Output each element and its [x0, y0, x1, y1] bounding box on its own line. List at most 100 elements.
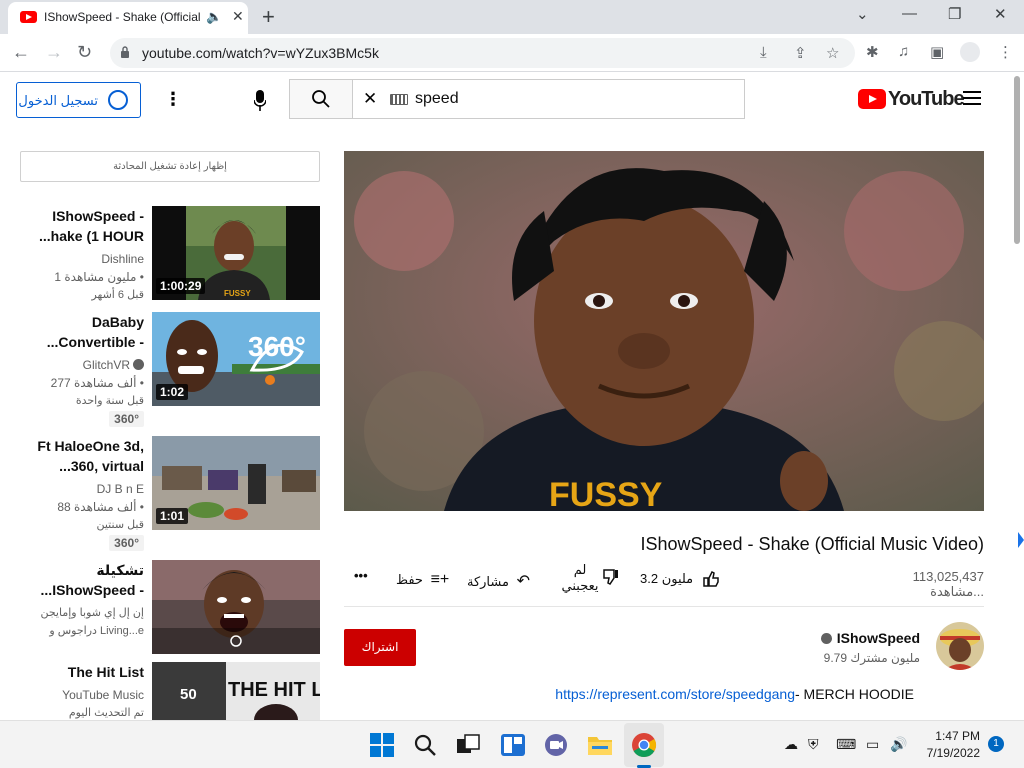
- clock-date[interactable]: 7/19/2022: [920, 746, 980, 760]
- recommendation-item[interactable]: تشكيلة ...IShowSpeed - إن إل إي شوبا وإم…: [20, 560, 320, 654]
- playlist-title[interactable]: The Hit List: [68, 664, 144, 680]
- account-circle-icon: [108, 90, 128, 110]
- verified-check-icon: [820, 633, 832, 644]
- bookmark-star-icon[interactable]: ☆: [826, 44, 839, 62]
- chrome-icon[interactable]: [630, 731, 658, 759]
- settings-menu-icon[interactable]: ⋮: [164, 89, 182, 110]
- tab-title: IShowSpeed - Shake (Official: [44, 10, 201, 24]
- channel-name[interactable]: DJ B n E: [97, 482, 144, 496]
- keyboard-icon[interactable]: [390, 94, 408, 105]
- thumbs-down-icon: [603, 569, 618, 585]
- address-bar[interactable]: youtube.com/watch?v=wYZux3BMc5k ⤓ ⇪ ☆: [110, 38, 855, 68]
- save-label: حفظ: [396, 572, 423, 587]
- back-arrow-icon[interactable]: ←: [12, 42, 30, 63]
- profile-avatar-icon[interactable]: [960, 42, 980, 62]
- channel-avatar[interactable]: [936, 622, 984, 670]
- widgets-icon[interactable]: [499, 731, 527, 759]
- 360-badge: 360°: [109, 535, 144, 551]
- search-icon: [312, 90, 330, 108]
- subscribe-button[interactable]: اشتراك: [344, 629, 416, 666]
- scrollbar-thumb[interactable]: [1014, 76, 1020, 244]
- recommendation-item[interactable]: 360° 1:02 DaBaby ...Convertible - Glitch…: [20, 312, 320, 427]
- windows-taskbar: ☁ ⛨ ⌨ ▭ 🔊 1:47 PM 7/19/2022 1: [0, 720, 1024, 768]
- search-button[interactable]: [289, 79, 353, 119]
- video-player[interactable]: FUSSY: [344, 151, 984, 511]
- search-input[interactable]: ✕ speed: [352, 79, 745, 119]
- minimize-button[interactable]: —: [902, 5, 917, 22]
- share-label: مشاركة: [467, 574, 509, 589]
- channel-name[interactable]: IShowSpeed: [760, 630, 920, 646]
- playlist-thumbnail[interactable]: THE HIT LIST: [152, 662, 320, 720]
- new-tab-button[interactable]: +: [262, 4, 275, 30]
- video-title-line-2[interactable]: ...IShowSpeed -: [41, 582, 144, 598]
- clear-search-icon[interactable]: ✕: [363, 89, 377, 109]
- avatar-image: [936, 622, 984, 670]
- close-tab-icon[interactable]: ✕: [232, 8, 244, 25]
- merch-link[interactable]: https://represent.com/store/speedgang: [555, 686, 795, 702]
- sign-in-button[interactable]: تسجيل الدخول: [16, 82, 141, 118]
- thumbnail-image: [152, 560, 320, 654]
- restore-button[interactable]: ❐: [948, 5, 961, 23]
- security-shield-icon[interactable]: ⛨: [808, 736, 819, 753]
- video-title: IShowSpeed - Shake (Official Music Video…: [640, 534, 984, 554]
- chrome-menu-icon[interactable]: ⋮: [998, 43, 1013, 61]
- task-view-icon[interactable]: [454, 731, 482, 759]
- upload-age: قبل سنة واحدة: [75, 395, 144, 407]
- tab-search-button[interactable]: ⌄: [856, 5, 869, 23]
- channel-name[interactable]: YouTube Music: [62, 688, 144, 702]
- channel-name[interactable]: GlitchVR: [83, 358, 144, 372]
- install-icon[interactable]: ⤓: [760, 44, 767, 61]
- teams-chat-icon[interactable]: [542, 731, 570, 759]
- more-actions-button[interactable]: •••: [354, 568, 368, 583]
- notification-badge[interactable]: 1: [988, 736, 1004, 752]
- guide-menu-icon[interactable]: [963, 91, 981, 105]
- close-window-button[interactable]: ✕: [994, 5, 1007, 23]
- hit-list-thumb-text: THE HIT LIST: [228, 679, 320, 701]
- verified-check-icon: [133, 359, 144, 370]
- recommendation-item[interactable]: THE HIT LIST 50 The Hit List YouTube Mus…: [20, 662, 320, 720]
- upload-age: قبل سنتين: [96, 519, 144, 531]
- browser-tab[interactable]: IShowSpeed - Shake (Official 🔈 ✕: [8, 2, 248, 34]
- clock-time[interactable]: 1:47 PM: [920, 729, 980, 743]
- youtube-favicon-icon: [20, 11, 37, 23]
- view-count: 1 مليون مشاهدة •: [54, 270, 144, 284]
- share-button[interactable]: مشاركة ↶: [467, 571, 530, 591]
- like-button[interactable]: 3.2 مليون: [640, 570, 719, 587]
- recommendation-item[interactable]: FUSSY 1:00:29 IShowSpeed - ...hake (1 HO…: [20, 206, 320, 301]
- video-duration: 1:02: [156, 384, 189, 400]
- mix-artists-more: دراجوس و Living...e: [49, 625, 144, 637]
- taskbar-search-icon[interactable]: [411, 731, 439, 759]
- file-explorer-icon[interactable]: [586, 731, 614, 759]
- media-control-icon[interactable]: ♫: [898, 43, 909, 60]
- video-title-line-2[interactable]: ...hake (1 HOUR: [39, 228, 144, 244]
- speaker-icon[interactable]: 🔈: [206, 9, 222, 25]
- start-windows-icon[interactable]: [368, 731, 396, 759]
- save-button[interactable]: حفظ ≡+: [396, 571, 449, 589]
- like-count: 3.2 مليون: [640, 571, 694, 586]
- sign-in-label: تسجيل الدخول: [18, 93, 98, 108]
- volume-icon[interactable]: 🔊: [890, 736, 907, 753]
- video-title-line-1[interactable]: Ft HaloeOne 3d,: [37, 438, 144, 454]
- microphone-icon[interactable]: [254, 90, 266, 112]
- recommendation-item[interactable]: 1:01 Ft HaloeOne 3d, ...360, virtual DJ …: [20, 436, 320, 551]
- video-title-line-1[interactable]: IShowSpeed -: [52, 208, 144, 224]
- page-scrollbar[interactable]: [1010, 72, 1024, 722]
- reload-icon[interactable]: ↻: [77, 42, 92, 63]
- video-thumbnail[interactable]: [152, 560, 320, 654]
- display-icon[interactable]: ▭: [866, 736, 879, 753]
- video-title-line-1[interactable]: DaBaby: [92, 314, 144, 330]
- channel-name[interactable]: Dishline: [101, 252, 144, 266]
- thumbnail-image: THE HIT LIST: [152, 662, 320, 720]
- extensions-puzzle-icon[interactable]: ✱: [866, 43, 879, 61]
- share-icon[interactable]: ⇪: [794, 44, 807, 62]
- show-chat-replay-button[interactable]: إظهار إعادة تشغيل المحادثة: [20, 151, 320, 182]
- view-count: 88 ألف مشاهدة •: [57, 500, 144, 514]
- video-title-line-2[interactable]: ...360, virtual: [59, 458, 144, 474]
- video-title-line-1[interactable]: تشكيلة: [96, 562, 144, 579]
- video-title-line-2[interactable]: ...Convertible -: [47, 334, 144, 350]
- side-panel-icon[interactable]: ▣: [930, 43, 944, 61]
- thumbs-up-icon: [703, 570, 719, 587]
- forward-arrow-icon[interactable]: →: [45, 42, 63, 63]
- network-off-icon[interactable]: ☁: [784, 736, 798, 753]
- keyboard-layout-icon[interactable]: ⌨: [836, 736, 856, 753]
